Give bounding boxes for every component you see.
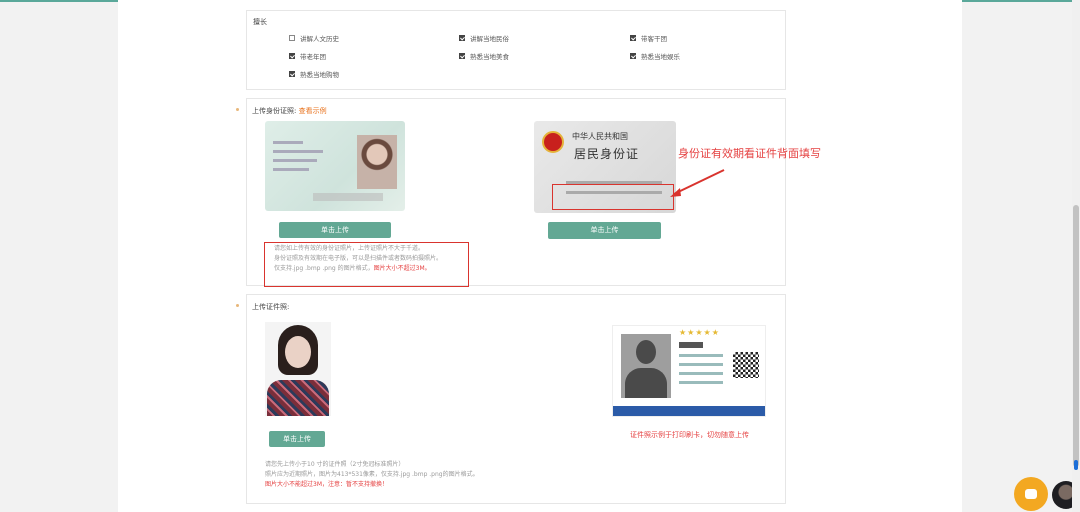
- checkbox-laonian[interactable]: 带老年团: [289, 51, 326, 61]
- hobbies-label: 擅长: [253, 18, 267, 26]
- checkbox-renwen[interactable]: 讲解人文历史: [289, 33, 339, 43]
- idcard-front-number-blur: [313, 193, 383, 201]
- idcard-label: 上传身份证照: 查看示例: [252, 107, 327, 115]
- idcard-front-portrait: [357, 135, 397, 189]
- check-icon: [289, 71, 295, 77]
- chat-button[interactable]: [1014, 477, 1048, 511]
- guide-card-sample: ★★★★★: [612, 325, 766, 417]
- scrollbar-position-marker: [1074, 460, 1078, 470]
- card-info-lines: [679, 342, 731, 384]
- photo-warning: 证件照示例于打印刷卡，切勿随意上传: [630, 431, 749, 439]
- idcard-front-text-block: [273, 141, 343, 181]
- idcard-back-subtitle: 居民身份证: [574, 147, 640, 161]
- qr-code-icon: [733, 352, 759, 378]
- idcard-annotation: 身份证有效期看证件背面填写: [678, 147, 821, 160]
- photo-label: 上传证件照:: [252, 303, 290, 311]
- example-link[interactable]: 查看示例: [299, 107, 327, 115]
- required-bullet: [236, 108, 239, 111]
- idcard-front-image: [265, 121, 405, 211]
- checkbox-minsu[interactable]: 讲解当地民俗: [459, 33, 509, 43]
- upload-photo-button[interactable]: 单击上传: [269, 431, 325, 447]
- checkbox-gouwu[interactable]: 熟悉当地购物: [289, 69, 339, 79]
- checkbox-meishi[interactable]: 熟悉当地美食: [459, 51, 509, 61]
- upload-idcard-back-button[interactable]: 单击上传: [548, 222, 661, 239]
- photo-shirt: [267, 380, 329, 416]
- chat-icon: [1025, 489, 1037, 499]
- photo-face: [285, 336, 311, 368]
- photo-example-image: [265, 322, 331, 416]
- check-icon: [630, 35, 636, 41]
- stars: ★★★★★: [679, 328, 720, 337]
- required-bullet: [236, 304, 239, 307]
- check-icon: [289, 35, 295, 41]
- idcard-note-highlight-box: [264, 242, 469, 287]
- upload-idcard-front-button[interactable]: 单击上传: [279, 222, 391, 238]
- check-icon: [459, 53, 465, 59]
- check-icon: [630, 53, 636, 59]
- check-icon: [459, 35, 465, 41]
- emblem-icon: [542, 131, 564, 153]
- annotation-arrow: [670, 169, 725, 197]
- photo-note: 请您先上传小于10 寸的证件照（2寸免冠标准照片） 照片应为近期照片，图片为41…: [265, 461, 479, 488]
- checkbox-gantuan[interactable]: 带客干团: [630, 33, 667, 43]
- scrollbar-thumb[interactable]: [1073, 205, 1079, 467]
- checkbox-yule[interactable]: 熟悉当地娱乐: [630, 51, 680, 61]
- validity-highlight-box: [552, 184, 674, 210]
- idcard-back-title: 中华人民共和国: [572, 132, 628, 141]
- avatar: [621, 334, 671, 398]
- card-footer-bar: [613, 406, 765, 416]
- check-icon: [289, 53, 295, 59]
